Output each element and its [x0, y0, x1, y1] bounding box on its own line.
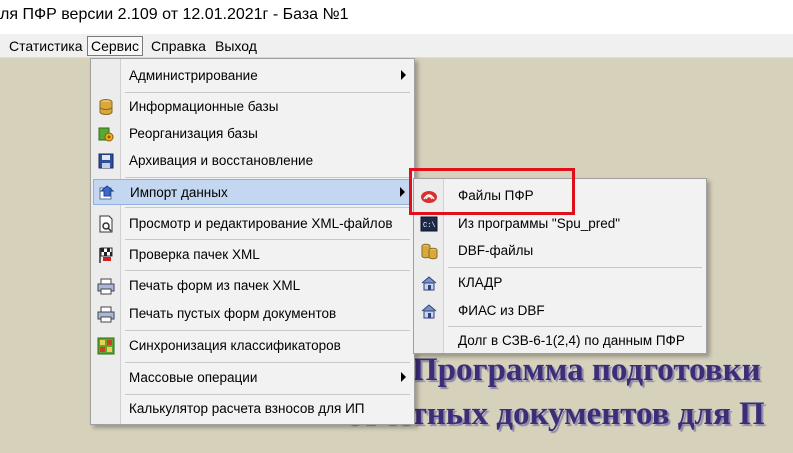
menu-separator	[125, 177, 410, 178]
menu-item-label: Калькулятор расчета взносов для ИП	[129, 401, 365, 416]
submenu-arrow-icon	[401, 372, 406, 382]
menu-service[interactable]: Сервис	[87, 36, 143, 56]
menu-item-label: Из программы "Spu_pred"	[458, 216, 621, 231]
menu-item-mass-operations[interactable]: Массовые операции	[93, 365, 412, 391]
menu-separator	[125, 207, 410, 208]
menu-item-administration[interactable]: Администрирование	[93, 63, 412, 89]
service-menu: Администрирование Информационные базы Ре…	[90, 58, 415, 425]
menu-item-reorganize[interactable]: Реорганизация базы	[93, 121, 412, 147]
menu-item-sync-classifiers[interactable]: Синхронизация классификаторов	[93, 333, 412, 359]
classifier-sync-icon	[97, 337, 115, 355]
menu-separator	[448, 267, 702, 268]
menu-item-label: Синхронизация классификаторов	[129, 338, 341, 353]
xml-document-icon	[99, 215, 113, 233]
menu-item-print-blank[interactable]: Печать пустых форм документов	[93, 301, 412, 327]
title-bar: ля ПФР версии 2.109 от 12.01.2021г - Баз…	[0, 0, 793, 34]
menu-item-calculator[interactable]: Калькулятор расчета взносов для ИП	[93, 396, 412, 422]
floppy-disk-icon	[98, 153, 114, 169]
menu-item-label: DBF-файлы	[458, 243, 534, 258]
menu-separator	[125, 394, 410, 395]
submenu-item-kladr[interactable]: КЛАДР	[416, 270, 704, 296]
menu-bar: Статистика Сервис Справка Выход	[0, 34, 793, 58]
menu-item-xml-edit[interactable]: Просмотр и редактирование XML-файлов	[93, 211, 412, 237]
menu-help[interactable]: Справка	[148, 36, 209, 56]
menu-item-archive[interactable]: Архивация и восстановление	[93, 148, 412, 174]
menu-item-info-bases[interactable]: Информационные базы	[93, 94, 412, 120]
menu-item-label: Долг в СЗВ-6-1(2,4) по данным ПФР	[458, 333, 685, 348]
dbf-files-icon	[421, 243, 438, 260]
menu-exit[interactable]: Выход	[212, 36, 260, 56]
console-icon: C:\	[420, 216, 438, 232]
menu-item-label: Печать форм из пачек XML	[129, 278, 301, 293]
check-flag-icon	[99, 247, 113, 263]
submenu-arrow-icon	[401, 70, 406, 80]
reorganize-icon	[98, 127, 114, 142]
menu-item-label: Массовые операции	[129, 370, 258, 385]
menu-item-label: Импорт данных	[130, 185, 228, 200]
window-title: ля ПФР версии 2.109 от 12.01.2021г - Баз…	[0, 6, 349, 23]
menu-item-label: Печать пустых форм документов	[129, 306, 337, 321]
printer-icon	[97, 278, 115, 295]
submenu-item-dbf-files[interactable]: DBF-файлы	[416, 238, 704, 264]
import-icon	[99, 185, 115, 200]
house-icon	[421, 304, 437, 319]
database-icon	[99, 99, 113, 115]
menu-separator	[125, 362, 410, 363]
highlight-marker	[409, 168, 575, 215]
svg-text:C:\: C:\	[423, 222, 436, 230]
menu-separator	[125, 270, 410, 271]
menu-item-label: Администрирование	[129, 68, 258, 83]
menu-separator	[125, 330, 410, 331]
menu-item-xml-check[interactable]: Проверка пачек XML	[93, 242, 412, 268]
menu-item-import-data[interactable]: Импорт данных	[93, 179, 412, 205]
menu-separator	[448, 326, 702, 327]
submenu-item-debt-szv[interactable]: Долг в СЗВ-6-1(2,4) по данным ПФР	[416, 328, 704, 354]
menu-item-label: Просмотр и редактирование XML-файлов	[129, 216, 393, 231]
menu-item-label: Архивация и восстановление	[129, 153, 314, 168]
menu-item-label: ФИАС из DBF	[458, 303, 545, 318]
printer-icon	[97, 306, 115, 323]
menu-item-label: Реорганизация базы	[129, 126, 258, 141]
menu-separator	[125, 239, 410, 240]
menu-item-print-xml[interactable]: Печать форм из пачек XML	[93, 273, 412, 299]
menu-item-label: Проверка пачек XML	[129, 247, 260, 262]
house-icon	[421, 276, 437, 291]
submenu-arrow-icon	[400, 187, 405, 197]
submenu-item-fias[interactable]: ФИАС из DBF	[416, 298, 704, 324]
banner-line-1: Программа подготовки	[412, 352, 761, 388]
menu-separator	[125, 92, 410, 93]
menu-item-label: Информационные базы	[129, 99, 279, 114]
menu-statistics[interactable]: Статистика	[6, 36, 86, 56]
menu-item-label: КЛАДР	[458, 275, 503, 290]
